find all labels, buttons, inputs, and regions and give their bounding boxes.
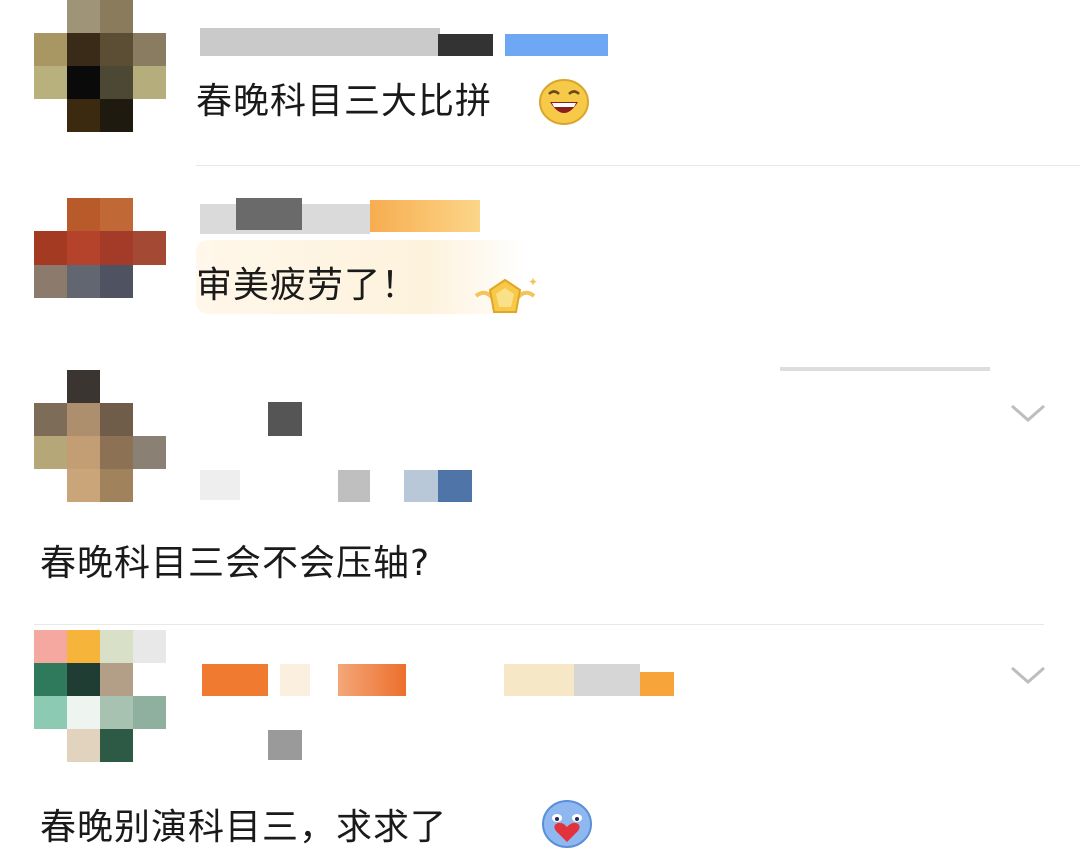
svg-text:✦: ✦ bbox=[528, 275, 538, 289]
comment-text: 春晚科目三大比拼 bbox=[196, 81, 493, 122]
avatar-pixelated[interactable] bbox=[34, 198, 166, 298]
avatar-pixelated[interactable] bbox=[34, 370, 166, 502]
chevron-down-icon[interactable] bbox=[1008, 660, 1048, 690]
comment-text: 审美疲劳了！ bbox=[196, 265, 419, 306]
avatar-pixelated[interactable] bbox=[34, 0, 166, 132]
laughing-face-emoji bbox=[539, 79, 589, 125]
comment-text: 春晚别演科目三，求求了 bbox=[40, 807, 448, 848]
chevron-down-icon[interactable] bbox=[1008, 398, 1048, 428]
gold-badge-icon: ✦ bbox=[474, 275, 538, 313]
action-bar-redacted bbox=[780, 367, 990, 371]
avatar-pixelated[interactable] bbox=[34, 630, 166, 762]
comment-text: 春晚科目三会不会压轴? bbox=[40, 543, 431, 584]
divider bbox=[34, 624, 1044, 625]
blue-heart-face-emoji bbox=[542, 800, 592, 848]
divider bbox=[196, 165, 1080, 166]
